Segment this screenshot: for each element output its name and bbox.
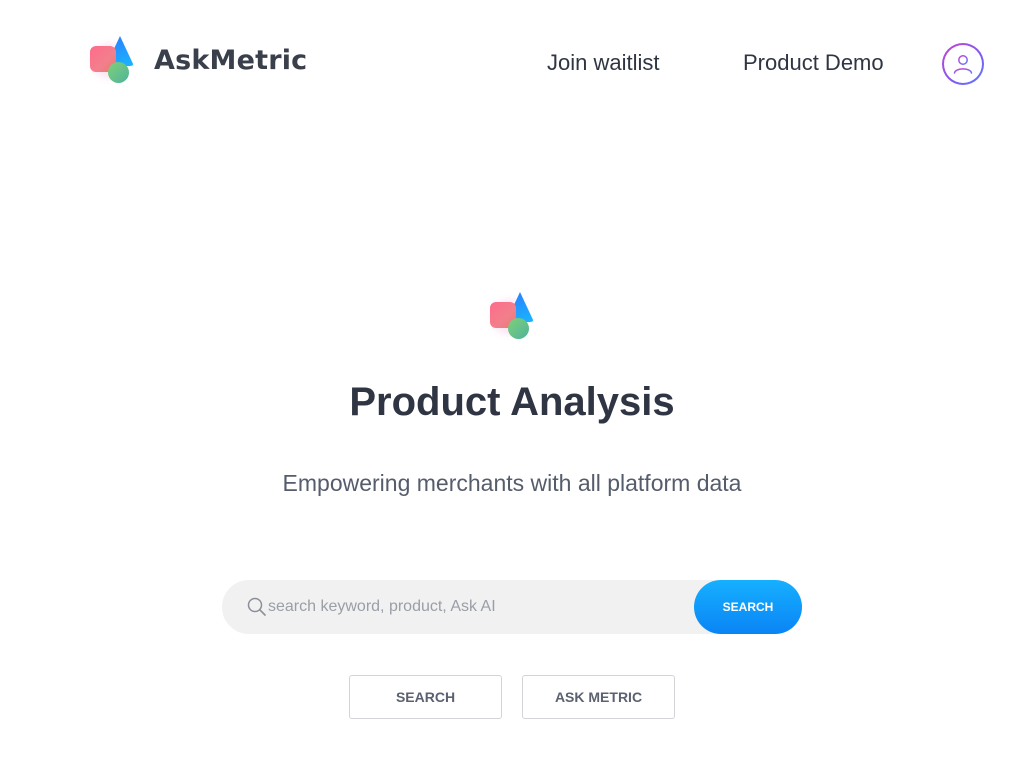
search-mode-button[interactable]: SEARCH — [349, 675, 502, 719]
user-icon — [953, 55, 973, 74]
ask-metric-button[interactable]: ASK METRIC — [522, 675, 675, 719]
page-subtitle: Empowering merchants with all platform d… — [282, 470, 742, 496]
nav-product-demo-link[interactable]: Product Demo — [743, 50, 884, 76]
brand-logo-link[interactable]: AskMetric — [86, 34, 307, 86]
askmetric-logo-icon — [486, 290, 538, 342]
nav-join-waitlist-link[interactable]: Join waitlist — [547, 50, 659, 76]
search-icon — [247, 597, 266, 616]
search-bar: SEARCH — [222, 580, 802, 634]
askmetric-logo-icon — [86, 34, 138, 86]
user-avatar-button[interactable] — [942, 43, 984, 85]
page-title: Product Analysis — [349, 380, 675, 424]
top-header: AskMetric Join waitlist Product Demo — [0, 0, 1024, 120]
search-input[interactable] — [268, 580, 688, 634]
hero-logo — [486, 290, 538, 342]
brand-name: AskMetric — [154, 44, 308, 76]
search-submit-button[interactable]: SEARCH — [694, 580, 802, 634]
